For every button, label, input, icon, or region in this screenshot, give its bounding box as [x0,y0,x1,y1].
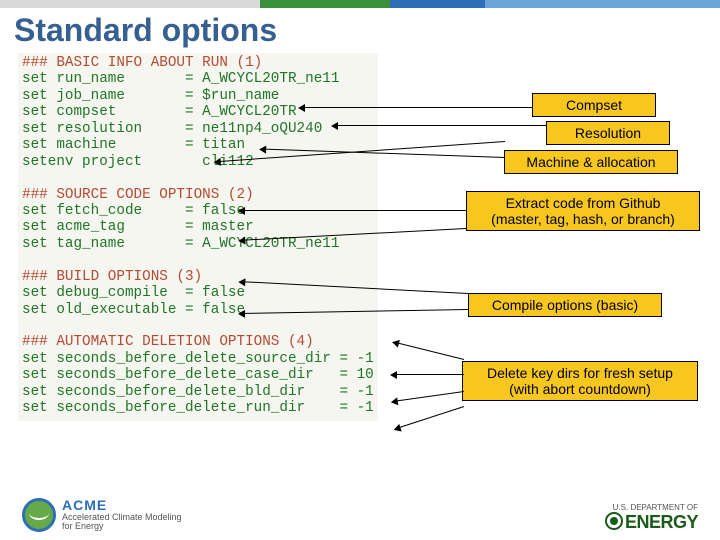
arrow-delete-2 [392,374,464,375]
callout-machine: Machine & allocation [504,150,678,174]
arrow-delete [394,342,464,360]
config-script: ### BASIC INFO ABOUT RUN (1) set run_nam… [18,53,378,421]
acme-globe-icon [22,498,56,532]
callout-source: Extract code from Github (master, tag, h… [466,191,700,231]
accent-bar [0,0,720,8]
callout-build: Compile options (basic) [468,293,662,317]
doe-logo: U.S. DEPARTMENT OF ENERGY [605,504,698,532]
content-area: ### BASIC INFO ABOUT RUN (1) set run_nam… [0,53,720,503]
acme-subtitle: Accelerated Climate Modeling for Energy [62,512,182,531]
slide-title: Standard options [14,12,720,49]
doe-seal-icon [605,512,623,530]
footer: ACME Accelerated Climate Modeling for En… [0,498,720,532]
callout-resolution: Resolution [546,121,670,145]
doe-name: ENERGY [625,512,698,532]
callout-compset: Compset [532,93,656,117]
arrow-delete-4 [395,406,464,429]
callout-delete: Delete key dirs for fresh setup (with ab… [462,361,698,401]
acme-logo: ACME Accelerated Climate Modeling for En… [22,498,182,532]
arrow-delete-3 [393,391,464,402]
arrow-source [240,210,466,211]
acme-name: ACME [62,498,182,513]
arrow-resolution [333,125,547,126]
arrow-compset [300,107,532,108]
doe-top: U.S. DEPARTMENT OF [605,504,698,512]
